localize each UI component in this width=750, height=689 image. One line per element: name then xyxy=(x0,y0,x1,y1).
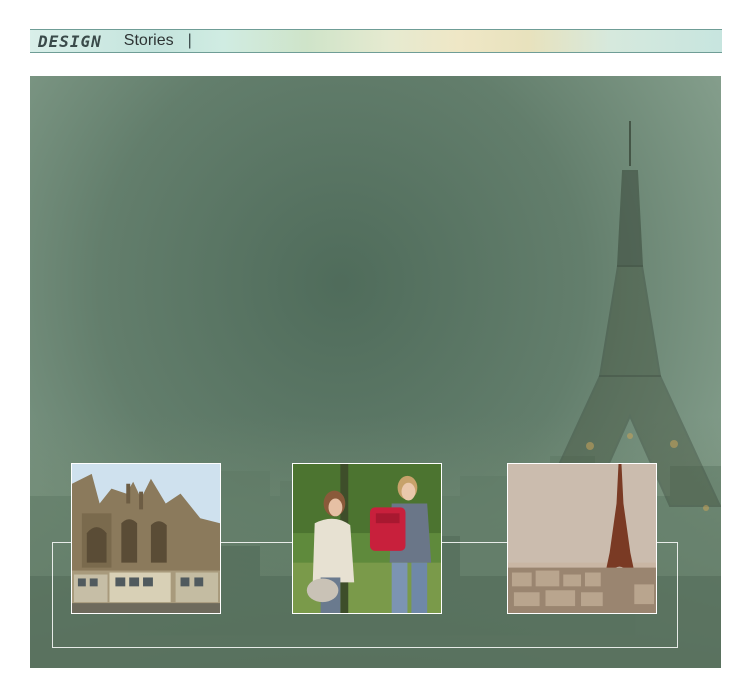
eiffel-tower-city-photo xyxy=(508,464,656,613)
gothic-palace-photo xyxy=(72,464,220,613)
section-header: DESIGN Stories | xyxy=(30,29,722,53)
two-women-backpack-photo xyxy=(293,464,441,613)
header-brand: DESIGN xyxy=(38,31,102,51)
hero-banner xyxy=(30,76,721,668)
photo-card-eiffel[interactable] xyxy=(507,463,657,614)
photo-card-women[interactable] xyxy=(292,463,442,614)
header-title: Stories xyxy=(123,32,174,49)
header-separator: | xyxy=(187,32,192,49)
photo-card-palace[interactable] xyxy=(71,463,221,614)
